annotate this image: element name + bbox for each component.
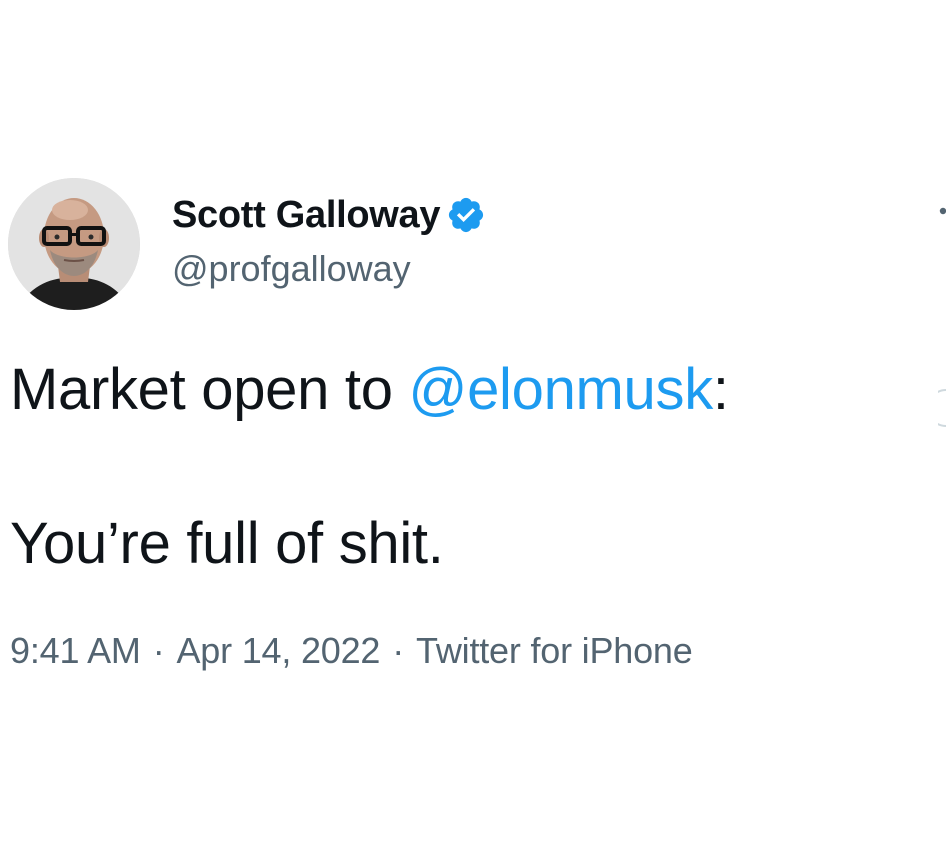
tweet-line-2: You’re full of shit. xyxy=(10,511,444,576)
mention-link[interactable]: @elonmusk xyxy=(409,357,714,422)
avatar-image xyxy=(8,178,140,310)
verified-badge-icon xyxy=(446,195,486,235)
tweet-metadata: 9:41 AM · Apr 14, 2022 · Twitter for iPhone xyxy=(10,630,693,672)
meta-separator: · xyxy=(152,630,165,671)
tweet-date[interactable]: Apr 14, 2022 xyxy=(176,630,380,671)
tweet-card: Scott Galloway @profgalloway Market open… xyxy=(0,0,946,852)
author-display-name[interactable]: Scott Galloway xyxy=(172,194,441,237)
tweet-text-prefix: Market open to xyxy=(10,357,409,422)
tweet-body: Market open to @elonmusk: You’re full of… xyxy=(10,352,910,582)
tweet-line-1: Market open to @elonmusk: xyxy=(10,352,910,428)
avatar[interactable] xyxy=(8,178,140,310)
tweet-text-suffix: : xyxy=(712,357,729,422)
author-handle[interactable]: @profgalloway xyxy=(172,248,411,290)
more-options-icon[interactable] xyxy=(938,204,946,216)
tweet-time[interactable]: 9:41 AM xyxy=(10,630,141,671)
meta-separator: · xyxy=(392,630,405,671)
tweet-source[interactable]: Twitter for iPhone xyxy=(416,630,693,671)
follow-button-edge[interactable] xyxy=(927,388,946,428)
author-name-row[interactable]: Scott Galloway xyxy=(172,190,486,240)
